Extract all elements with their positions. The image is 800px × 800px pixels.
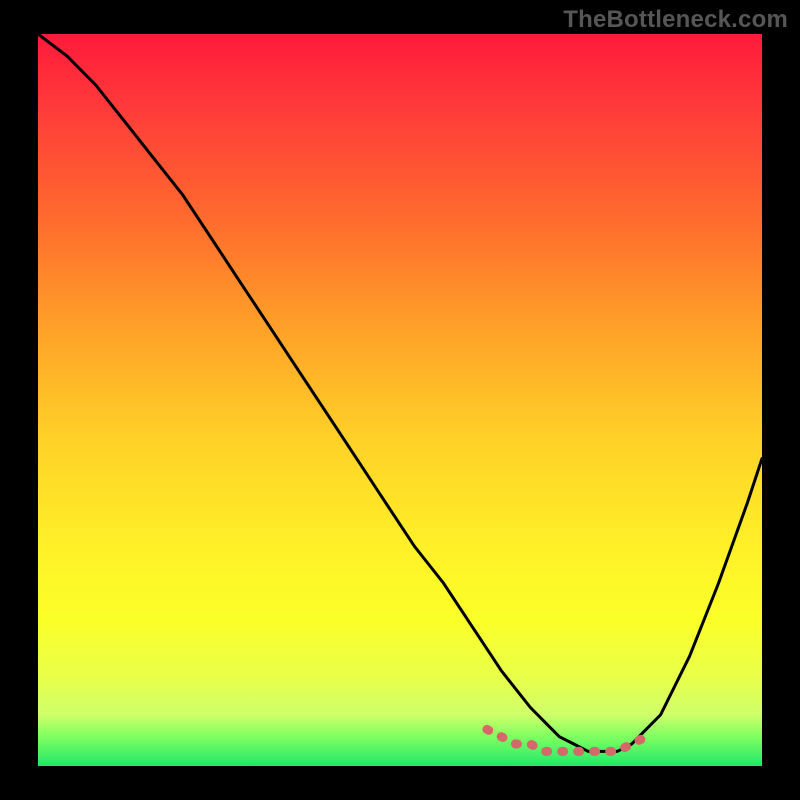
chart-frame: TheBottleneck.com [0, 0, 800, 800]
plot-area [38, 34, 762, 766]
watermark-text: TheBottleneck.com [563, 6, 788, 34]
chart-svg [38, 34, 762, 766]
bottleneck-curve-path [38, 34, 762, 751]
